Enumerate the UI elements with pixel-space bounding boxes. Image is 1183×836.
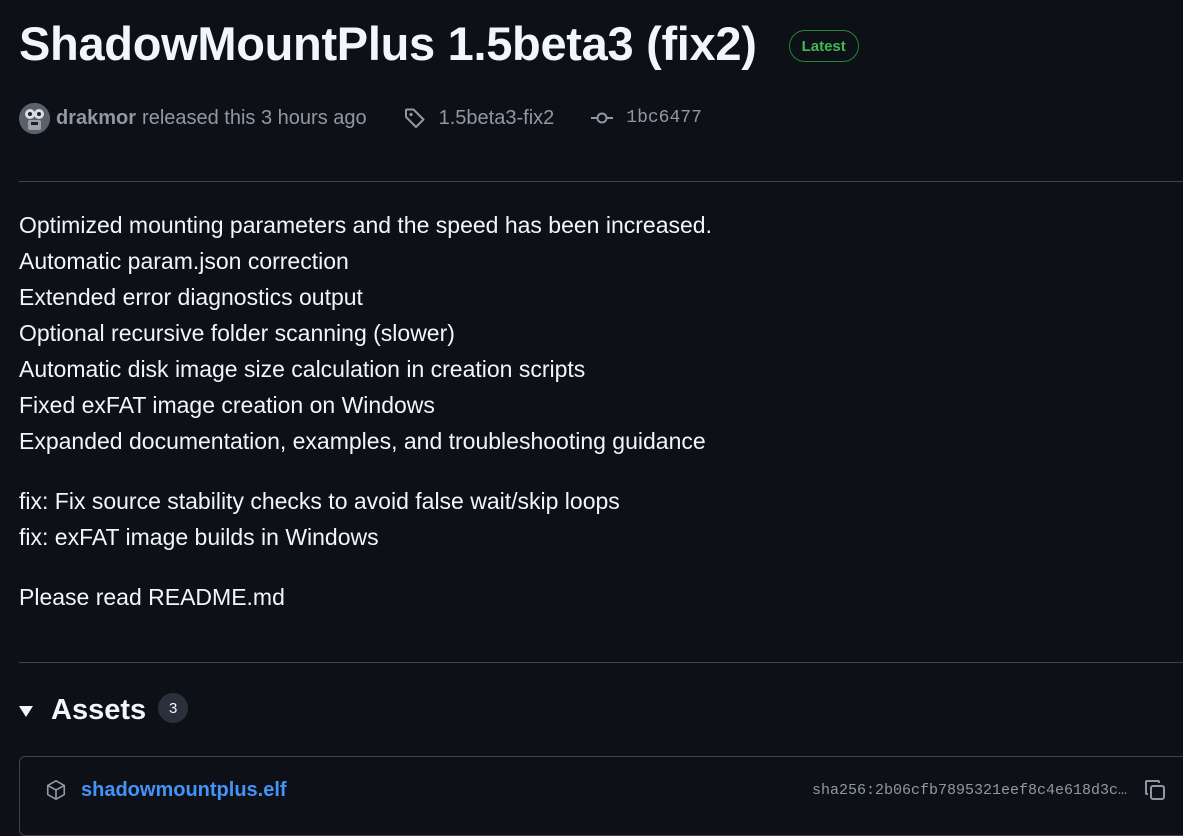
tag-icon (404, 108, 425, 128)
latest-badge: Latest (788, 30, 859, 62)
triangle-down-icon (19, 706, 33, 717)
asset-item: shadowmountplus.elf sha256:2b06cfb789532… (19, 770, 1183, 810)
avatar[interactable] (19, 102, 50, 134)
header-divider (19, 181, 1183, 182)
asset-sha256: sha256:2b06cfb7895321eef8c4e618d3c… (811, 781, 1127, 799)
notes-line: Expanded documentation, examples, and tr… (19, 428, 706, 454)
asset-download-link[interactable]: shadowmountplus.elf (81, 779, 287, 802)
commit-link[interactable]: 1bc6477 (590, 106, 702, 130)
avatar-image (19, 102, 50, 134)
notes-paragraph: Please read README.md (19, 579, 712, 615)
release-notes: Optimized mounting parameters and the sp… (19, 207, 712, 639)
commit-icon (591, 112, 614, 124)
release-meta: drakmor released this 3 hours ago 1.5bet… (19, 100, 702, 136)
copy-icon[interactable] (1143, 778, 1167, 802)
notes-paragraph: fix: Fix source stability checks to avoi… (19, 483, 712, 555)
notes-line: Automatic param.json correction (19, 248, 349, 274)
tag-name: 1.5beta3-fix2 (438, 106, 555, 129)
notes-divider (19, 662, 1183, 663)
notes-line: fix: Fix source stability checks to avoi… (19, 488, 620, 514)
author-link[interactable]: drakmor (56, 107, 136, 130)
notes-line: Automatic disk image size calculation in… (19, 356, 586, 382)
assets-title: Assets (51, 693, 147, 726)
notes-line: Please read README.md (19, 584, 285, 610)
assets-count-badge: 3 (158, 693, 189, 723)
notes-line: fix: exFAT image builds in Windows (19, 524, 379, 550)
release-title[interactable]: ShadowMountPlus 1.5beta3 (fix2) (19, 14, 757, 74)
notes-line: Extended error diagnostics output (19, 284, 363, 310)
notes-paragraph: Optimized mounting parameters and the sp… (19, 207, 712, 459)
notes-line: Fixed exFAT image creation on Windows (19, 392, 435, 418)
released-text: released this 3 hours ago (142, 106, 367, 129)
assets-toggle[interactable]: Assets 3 (19, 690, 189, 730)
notes-line: Optional recursive folder scanning (slow… (19, 320, 455, 346)
commit-hash: 1bc6477 (626, 108, 702, 128)
notes-line: Optimized mounting parameters and the sp… (19, 212, 712, 238)
release-header: ShadowMountPlus 1.5beta3 (fix2) Latest (19, 14, 859, 74)
tag-link[interactable]: 1.5beta3-fix2 (403, 106, 555, 130)
package-icon (46, 780, 66, 800)
